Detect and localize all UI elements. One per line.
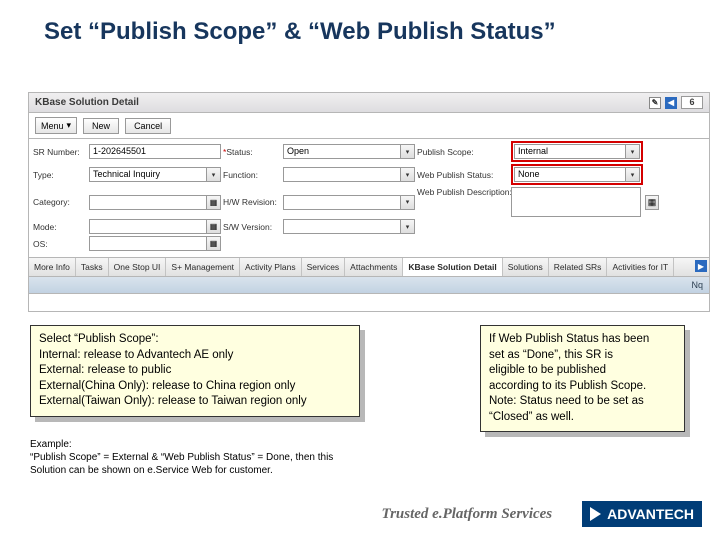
hw-revision-dropdown[interactable]: ▾ <box>283 195 415 210</box>
footer: Trusted e.Platform Services ADVANTECH <box>0 496 720 532</box>
web-publish-status-label: Web Publish Status: <box>417 170 509 180</box>
tab-attachments[interactable]: Attachments <box>345 258 403 276</box>
tab-kbase-solution-detail[interactable]: KBase Solution Detail <box>403 258 502 276</box>
tab-solutions[interactable]: Solutions <box>503 258 549 276</box>
type-label: Type: <box>33 170 87 180</box>
tab-activity-plans[interactable]: Activity Plans <box>240 258 302 276</box>
chevron-down-icon: ▾ <box>401 195 415 210</box>
hw-revision-label: H/W Revision: <box>223 197 281 207</box>
app-frame: KBase Solution Detail ✎ ◀ 6 Menu▾ New Ca… <box>28 92 710 312</box>
web-publish-desc-label: Web Publish Description: <box>417 187 509 197</box>
web-publish-status-dropdown[interactable]: None▾ <box>514 167 640 182</box>
tab-more-info[interactable]: More Info <box>29 258 76 276</box>
form-panel: SR Number: 1-202645501 Status: Open▾ Pub… <box>28 139 710 258</box>
expand-icon[interactable]: ▦ <box>645 195 659 210</box>
chevron-down-icon: ▾ <box>207 167 221 182</box>
chevron-down-icon: ▾ <box>626 144 640 159</box>
sub-toolbar <box>28 294 710 312</box>
publish-scope-label: Publish Scope: <box>417 147 509 157</box>
record-count: 6 <box>681 96 703 109</box>
web-publish-status-highlight: None▾ <box>511 164 643 185</box>
example-text: Example: “Publish Scope” = External & “W… <box>30 438 400 477</box>
edit-icon[interactable]: ✎ <box>649 97 661 109</box>
lookup-icon[interactable]: ▦ <box>207 195 221 210</box>
tab-services[interactable]: Services <box>302 258 346 276</box>
cancel-button[interactable]: Cancel <box>125 118 171 134</box>
new-button[interactable]: New <box>83 118 119 134</box>
sr-number-label: SR Number: <box>33 147 87 157</box>
tab-one-stop-ui[interactable]: One Stop UI <box>109 258 167 276</box>
sw-version-dropdown[interactable]: ▾ <box>283 219 415 234</box>
brand-logo: ADVANTECH <box>582 501 702 527</box>
function-dropdown[interactable]: ▾ <box>283 167 415 182</box>
prev-record-button[interactable]: ◀ <box>665 97 677 109</box>
os-field[interactable]: ▦ <box>89 236 221 251</box>
chevron-down-icon: ▾ <box>401 219 415 234</box>
tab-tasks[interactable]: Tasks <box>76 258 109 276</box>
publish-scope-dropdown[interactable]: Internal▾ <box>514 144 640 159</box>
type-dropdown[interactable]: Technical Inquiry▾ <box>89 167 221 182</box>
publish-scope-highlight: Internal▾ <box>511 141 643 162</box>
panel-titlebar: KBase Solution Detail ✎ ◀ 6 <box>28 92 710 113</box>
sw-version-label: S/W Version: <box>223 222 281 232</box>
mode-label: Mode: <box>33 222 87 232</box>
triangle-icon <box>590 507 601 521</box>
nq-label: Nq <box>691 280 703 290</box>
menu-dropdown[interactable]: Menu▾ <box>35 117 77 134</box>
lookup-icon[interactable]: ▦ <box>207 219 221 234</box>
panel-title-text: KBase Solution Detail <box>35 97 139 108</box>
mode-field[interactable]: ▦ <box>89 219 221 234</box>
web-publish-desc-textarea[interactable] <box>511 187 641 217</box>
lookup-icon[interactable]: ▦ <box>207 236 221 251</box>
os-label: OS: <box>33 239 87 249</box>
chevron-down-icon: ▾ <box>401 144 415 159</box>
note-publish-scope: Select “Publish Scope”: Internal: releas… <box>30 325 360 417</box>
slogan: Trusted e.Platform Services <box>381 506 552 523</box>
sub-panel-titlebar: Nq <box>28 277 710 294</box>
chevron-down-icon: ▾ <box>67 120 72 131</box>
page-title: Set “Publish Scope” & “Web Publish Statu… <box>44 18 680 47</box>
chevron-down-icon: ▾ <box>626 167 640 182</box>
tabs: More InfoTasksOne Stop UIS+ ManagementAc… <box>28 258 710 277</box>
tab-activities-for-it[interactable]: Activities for IT <box>607 258 674 276</box>
tab-s-management[interactable]: S+ Management <box>166 258 240 276</box>
status-dropdown[interactable]: Open▾ <box>283 144 415 159</box>
tab-related-srs[interactable]: Related SRs <box>549 258 608 276</box>
note-web-publish-status: If Web Publish Status has been set as “D… <box>480 325 685 432</box>
function-label: Function: <box>223 170 281 180</box>
chevron-down-icon: ▾ <box>401 167 415 182</box>
toolbar: Menu▾ New Cancel <box>28 113 710 139</box>
category-field[interactable]: ▦ <box>89 195 221 210</box>
category-label: Category: <box>33 197 87 207</box>
tabs-scroll-right[interactable]: ▶ <box>695 260 707 272</box>
sr-number-field[interactable]: 1-202645501 <box>89 144 221 159</box>
status-label: Status: <box>223 147 281 157</box>
